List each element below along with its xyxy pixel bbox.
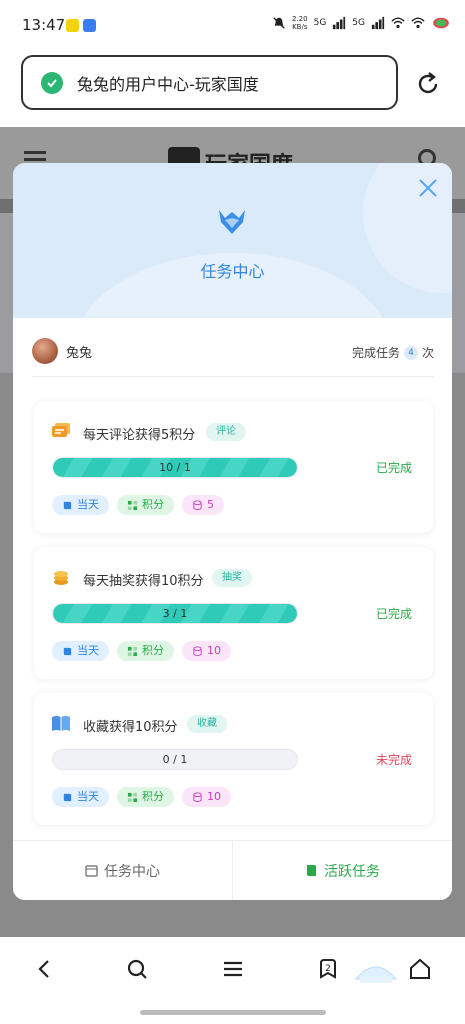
- user-row: 兔兔 完成任务 4 次: [32, 338, 434, 376]
- calendar-icon: [85, 865, 98, 877]
- points-icon: [127, 646, 138, 656]
- completed-tasks-summary: 完成任务 4 次: [352, 344, 434, 361]
- modal-footer-tabs: 任务中心 活跃任务: [13, 840, 452, 900]
- task-status: 已完成: [376, 461, 413, 475]
- chip-reward: 5: [182, 495, 224, 515]
- chip-points-label: 积分: [142, 790, 164, 803]
- task-title: 每天评论获得5积分: [83, 428, 196, 443]
- user-name: 兔兔: [66, 346, 93, 361]
- wifi-icon: [411, 17, 425, 29]
- coins-icon: [54, 571, 68, 585]
- page-title: 兔兔的用户中心-玩家国度: [77, 74, 259, 94]
- back-icon[interactable]: [33, 957, 57, 981]
- tab-task-center[interactable]: 任务中心: [13, 841, 233, 900]
- task-tag: 抽奖: [212, 569, 252, 587]
- task-logo-icon: [219, 210, 245, 234]
- task-progress-bar: 3 / 1: [52, 603, 298, 624]
- task-progress-text: 0 / 1: [162, 753, 188, 766]
- chip-reward: 10: [182, 787, 231, 807]
- signal-2-label: 5G: [352, 18, 365, 28]
- task-tag: 评论: [206, 423, 246, 441]
- points-icon: [127, 500, 138, 510]
- reload-icon[interactable]: [414, 70, 442, 98]
- tabs-icon[interactable]: 2: [316, 957, 340, 981]
- tab-active-tasks-label: 活跃任务: [324, 863, 380, 880]
- menu-icon[interactable]: [221, 957, 245, 981]
- net-speed: 2.20 KB/s: [292, 15, 308, 31]
- chip-points-label: 积分: [142, 644, 164, 657]
- completed-unit: 次: [421, 346, 434, 360]
- svg-text:2: 2: [325, 964, 331, 974]
- task-progress-text: 10 / 1: [159, 461, 191, 474]
- search-icon[interactable]: [125, 957, 149, 981]
- chip-daily: 当天: [52, 641, 109, 661]
- task-chips: 当天 积分 10: [52, 787, 231, 807]
- task-center-modal: 任务中心 兔兔 完成任务 4 次 每天评论获得5积分 评论 10 / 1 已完成: [13, 163, 452, 900]
- completed-label: 完成任务: [351, 346, 400, 360]
- chip-daily-label: 当天: [77, 498, 99, 511]
- tab-active-tasks[interactable]: 活跃任务: [233, 841, 452, 900]
- address-bar[interactable]: 兔兔的用户中心-玩家国度: [21, 55, 398, 110]
- task-title: 收藏获得10积分: [83, 720, 178, 735]
- coins-icon: [193, 645, 202, 656]
- net-speed-value: 2.20: [292, 15, 308, 23]
- task-tag: 收藏: [187, 715, 227, 733]
- book-icon: [52, 716, 70, 731]
- wifi-icon: [391, 17, 405, 29]
- task-status: 未完成: [376, 753, 413, 767]
- home-indicator[interactable]: [140, 1010, 326, 1015]
- chip-daily-label: 当天: [77, 790, 99, 803]
- home-icon[interactable]: [408, 957, 432, 981]
- net-speed-unit: KB/s: [292, 23, 308, 31]
- signal-icon: [333, 16, 346, 30]
- task-progress-bar: 10 / 1: [52, 457, 298, 478]
- chip-points-label: 积分: [142, 498, 164, 511]
- coins-icon: [193, 791, 202, 802]
- chip-daily: 当天: [52, 787, 109, 807]
- avatar[interactable]: [32, 338, 58, 364]
- chip-points: 积分: [117, 787, 174, 807]
- book-icon: [63, 647, 72, 655]
- notification-badge-icon: [66, 19, 79, 32]
- status-time: 13:47: [22, 16, 66, 34]
- points-icon: [127, 792, 138, 802]
- chip-reward-label: 10: [207, 790, 221, 803]
- task-progress-bar: 0 / 1: [52, 749, 298, 770]
- completed-count-badge: 4: [403, 345, 418, 360]
- modal-banner: 任务中心: [13, 163, 452, 318]
- chip-reward: 10: [182, 641, 231, 661]
- book-icon: [307, 865, 316, 876]
- task-card: 收藏获得10积分 收藏 0 / 1 未完成 当天 积分 10: [34, 693, 433, 825]
- chip-points: 积分: [117, 641, 174, 661]
- mascot-icon: [354, 966, 398, 983]
- secure-shield-icon: [41, 71, 63, 94]
- coins-icon: [193, 499, 202, 510]
- task-chips: 当天 积分 10: [52, 641, 231, 661]
- book-icon: [63, 501, 72, 509]
- chip-reward-label: 10: [207, 644, 221, 657]
- task-status: 已完成: [376, 607, 413, 621]
- signal-icon: [371, 16, 385, 30]
- book-icon: [63, 793, 72, 801]
- chip-daily-label: 当天: [77, 644, 99, 657]
- modal-title: 任务中心: [200, 262, 265, 281]
- task-card: 每天评论获得5积分 评论 10 / 1 已完成 当天 积分 5: [34, 401, 433, 533]
- chip-daily: 当天: [52, 495, 109, 515]
- chip-points: 积分: [117, 495, 174, 515]
- chip-reward-label: 5: [207, 498, 214, 511]
- tab-task-center-label: 任务中心: [104, 863, 160, 880]
- comment-icon: [52, 423, 70, 437]
- close-icon[interactable]: [417, 177, 439, 199]
- signal-1-label: 5G: [313, 18, 327, 28]
- mute-icon: [273, 17, 285, 29]
- task-chips: 当天 积分 5: [52, 495, 224, 515]
- task-card: 每天抽奖获得10积分 抽奖 3 / 1 已完成 当天 积分 10: [34, 547, 433, 679]
- task-title: 每天抽奖获得10积分: [83, 574, 204, 589]
- status-bar: 13:47 2.20 KB/s 5G 5G: [0, 0, 465, 50]
- app-notification-icon: [83, 19, 96, 32]
- status-indicators: 2.20 KB/s 5G 5G: [272, 15, 451, 31]
- divider: [32, 376, 434, 377]
- task-progress-text: 3 / 1: [162, 607, 188, 620]
- battery-icon: [433, 17, 449, 29]
